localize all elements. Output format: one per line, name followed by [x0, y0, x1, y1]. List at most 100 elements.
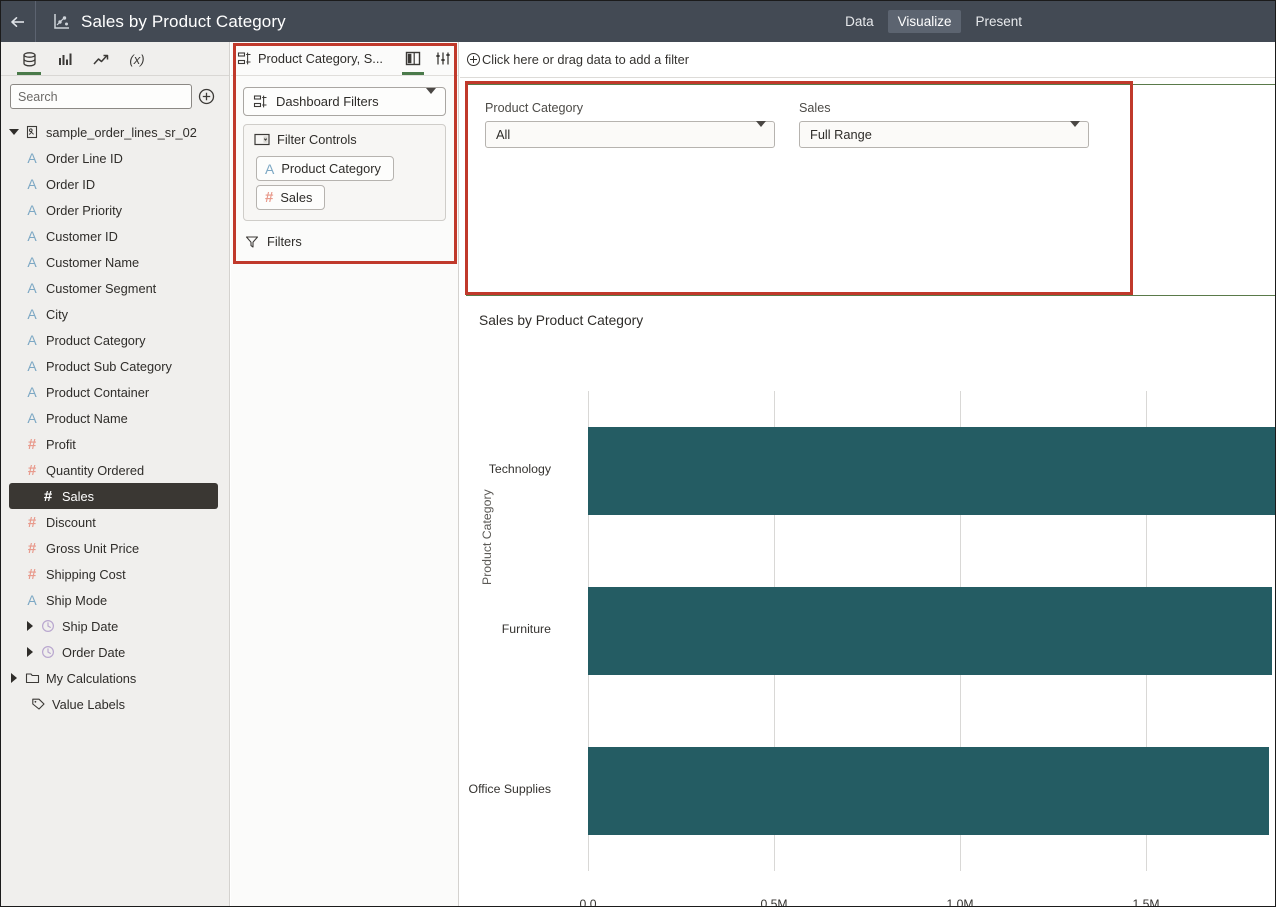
y-axis-title: Product Category — [480, 489, 494, 585]
filter-field-product-category: Product Category All — [485, 101, 775, 148]
back-button[interactable] — [1, 1, 36, 42]
product-category-select[interactable]: All — [485, 121, 775, 148]
tree-item-sales[interactable]: # Sales — [9, 483, 218, 509]
tree-item-ship-mode[interactable]: A Ship Mode — [1, 587, 229, 613]
tree-item-quantity-ordered[interactable]: # Quantity Ordered — [1, 457, 229, 483]
measure-icon: # — [43, 487, 53, 505]
tree-item-order-date[interactable]: Order Date — [1, 639, 229, 665]
analytics-icon[interactable] — [83, 43, 119, 75]
filter-chip-sales[interactable]: # Sales — [256, 185, 326, 210]
tree-item-product-name[interactable]: A Product Name — [1, 405, 229, 431]
x-axis-tick-label: 1.0M — [946, 897, 974, 907]
chart-bar[interactable] — [588, 427, 1275, 515]
tree-item-label: Customer Name — [46, 254, 140, 270]
plus-circle-icon — [467, 53, 480, 66]
tree-item-discount[interactable]: # Discount — [1, 509, 229, 535]
twisty-right-icon[interactable] — [7, 673, 21, 683]
filter-grid-icon — [253, 94, 268, 109]
filter-field-label: Product Category — [485, 101, 584, 115]
data-source-icon[interactable] — [11, 43, 47, 75]
tree-item-label: Order ID — [46, 176, 96, 192]
tree-item-profit[interactable]: # Profit — [1, 431, 229, 457]
dataset-icon — [21, 125, 43, 139]
tree-item-order-id[interactable]: A Order ID — [1, 171, 229, 197]
twisty-down-icon[interactable] — [7, 129, 21, 135]
tree-item-label: Product Name — [46, 410, 128, 426]
tree-item-customer-segment[interactable]: A Customer Segment — [1, 275, 229, 301]
visualizations-icon[interactable] — [47, 43, 83, 75]
filter-controls-header: Filter Controls — [252, 132, 437, 152]
attribute-icon: A — [265, 160, 275, 177]
tree-item-gross-unit-price[interactable]: # Gross Unit Price — [1, 535, 229, 561]
tree-item-label: Quantity Ordered — [46, 462, 145, 478]
calculations-icon[interactable]: (x) — [119, 43, 155, 75]
grammar-panel-icon — [237, 51, 252, 66]
viz-tab[interactable]: Product Category, S... — [237, 51, 398, 66]
tree-item-customer-name[interactable]: A Customer Name — [1, 249, 229, 275]
x-axis-tick-label: 0.5M — [760, 897, 788, 907]
chart-bar[interactable] — [588, 747, 1269, 835]
properties-sliders-icon[interactable] — [428, 42, 458, 75]
nav-data[interactable]: Data — [835, 10, 884, 33]
category-label-zone: Technology — [460, 462, 580, 476]
chevron-down-icon[interactable] — [756, 121, 766, 142]
tree-item-my-calculations[interactable]: My Calculations — [1, 665, 229, 691]
search-row — [1, 76, 229, 115]
viz-tab-label: Product Category, S... — [258, 51, 383, 66]
attribute-icon: A — [27, 592, 37, 608]
category-label-zone: Furniture — [460, 622, 580, 636]
tree-item-product-sub-category[interactable]: A Product Sub Category — [1, 353, 229, 379]
measure-icon: # — [27, 513, 37, 531]
chart-plot-area[interactable]: Product Category 0.0 0.5M 1.0M 1.5M Technolog… — [460, 305, 1275, 907]
search-input[interactable] — [10, 84, 192, 109]
attribute-icon: A — [27, 332, 37, 348]
tree-item-label: Value Labels — [52, 696, 126, 712]
filters-section[interactable]: Filters — [245, 234, 446, 249]
tree-item-product-category[interactable]: A Product Category — [1, 327, 229, 353]
plus-circle-icon — [198, 88, 214, 105]
chevron-down-icon[interactable] — [426, 88, 436, 109]
tree-item-customer-id[interactable]: A Customer ID — [1, 223, 229, 249]
folder-icon — [21, 671, 43, 685]
category-axis-label: Technology — [488, 462, 551, 476]
chart-bar[interactable] — [588, 587, 1273, 675]
twisty-right-icon[interactable] — [23, 621, 37, 631]
tree-item-label: Order Priority — [46, 202, 123, 218]
dashboard-filters-dropdown[interactable]: Dashboard Filters — [243, 87, 446, 116]
attribute-icon: A — [27, 358, 37, 374]
clock-icon — [37, 645, 59, 659]
tree-item-order-priority[interactable]: A Order Priority — [1, 197, 229, 223]
twisty-right-icon[interactable] — [23, 647, 37, 657]
filter-chip-product-category[interactable]: A Product Category — [256, 156, 394, 181]
dashboard-filter-zone: Product Category All Sales Full Range — [466, 84, 1275, 296]
tree-item-label: Shipping Cost — [46, 566, 126, 582]
back-arrow-icon — [11, 16, 24, 27]
attribute-icon: A — [27, 150, 37, 166]
filter-field-label: Sales — [799, 101, 831, 115]
mode-nav: Data Visualize Present — [831, 1, 1275, 42]
tree-item-label: Order Date — [62, 644, 126, 660]
filter-controls-box: Filter Controls A Product Category # Sal… — [243, 124, 446, 221]
category-axis-label: Office Supplies — [468, 782, 551, 796]
nav-visualize[interactable]: Visualize — [887, 10, 962, 33]
tree-item-label: Discount — [46, 514, 96, 530]
canvas-filter-bar[interactable]: Click here or drag data to add a filter — [460, 42, 1275, 78]
tree-item-product-container[interactable]: A Product Container — [1, 379, 229, 405]
tree-item-value-labels[interactable]: Value Labels — [1, 691, 229, 717]
chevron-down-icon[interactable] — [1070, 121, 1080, 142]
attribute-icon: A — [27, 202, 37, 218]
tree-item-dataset[interactable]: sample_order_lines_sr_02 — [1, 119, 229, 145]
category-label-zone: Office Supplies — [460, 782, 580, 796]
active-underline — [402, 72, 424, 75]
add-dataset-button[interactable] — [192, 84, 220, 109]
nav-present[interactable]: Present — [965, 10, 1032, 33]
product-category-value: All — [496, 127, 511, 142]
sales-select[interactable]: Full Range — [799, 121, 1089, 148]
tree-item-order-line-id[interactable]: A Order Line ID — [1, 145, 229, 171]
tree-item-city[interactable]: A City — [1, 301, 229, 327]
tree-item-ship-date[interactable]: Ship Date — [1, 613, 229, 639]
tree-item-shipping-cost[interactable]: # Shipping Cost — [1, 561, 229, 587]
layout-panel-icon[interactable] — [398, 42, 428, 75]
measure-icon: # — [265, 189, 274, 206]
chart-container: Sales by Product Category Product Catego… — [460, 305, 1275, 907]
